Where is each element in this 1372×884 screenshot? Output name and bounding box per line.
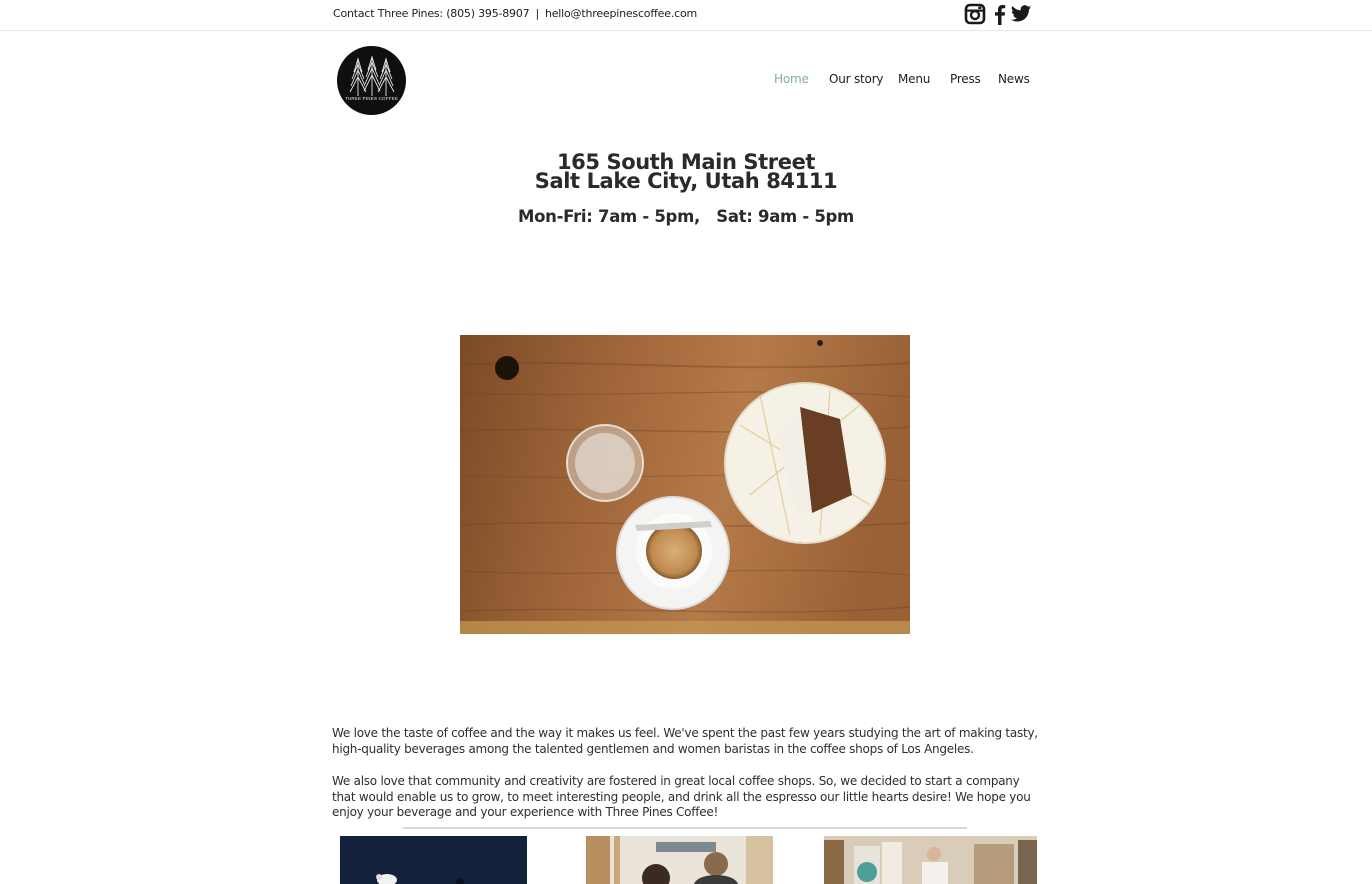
nav-item-our-story[interactable]: Our story <box>829 72 884 86</box>
contact-phone: Contact Three Pines: (805) 395-8907 <box>333 7 530 20</box>
gallery-thumbnail-1[interactable] <box>340 836 527 884</box>
contact-info: Contact Three Pines: (805) 395-8907 | hell… <box>333 7 697 20</box>
nav-item-home[interactable]: Home <box>774 72 809 86</box>
logo-text: THREE PINES COFFEE <box>344 96 399 101</box>
nav-item-menu[interactable]: Menu <box>898 72 930 86</box>
nav-item-news[interactable]: News <box>998 72 1030 86</box>
twitter-icon[interactable] <box>1010 3 1032 25</box>
instagram-icon[interactable] <box>964 3 986 25</box>
facebook-icon[interactable] <box>989 3 1011 25</box>
top-bar: Contact Three Pines: (805) 395-8907 | hell… <box>0 0 1372 31</box>
contact-separator: | <box>535 7 539 20</box>
brand-logo[interactable]: THREE PINES COFFEE <box>337 46 406 115</box>
about-paragraph-2: We also love that community and creativi… <box>332 774 1031 820</box>
address-city: Salt Lake City, Utah 84111 <box>534 169 838 193</box>
three-pine-trees-icon <box>349 56 395 96</box>
nav-item-press[interactable]: Press <box>950 72 981 86</box>
about-paragraph-1: We love the taste of coffee and the way … <box>332 726 1038 756</box>
opening-hours: Mon-Fri: 7am - 5pm, Sat: 9am - 5pm <box>518 207 854 226</box>
gallery-thumbnail-2[interactable] <box>586 836 773 884</box>
section-divider <box>403 827 967 829</box>
contact-email-link[interactable]: hello@threepinescoffee.com <box>545 7 697 20</box>
hero-image <box>460 335 910 634</box>
gallery-thumbnail-3[interactable] <box>824 836 1037 884</box>
